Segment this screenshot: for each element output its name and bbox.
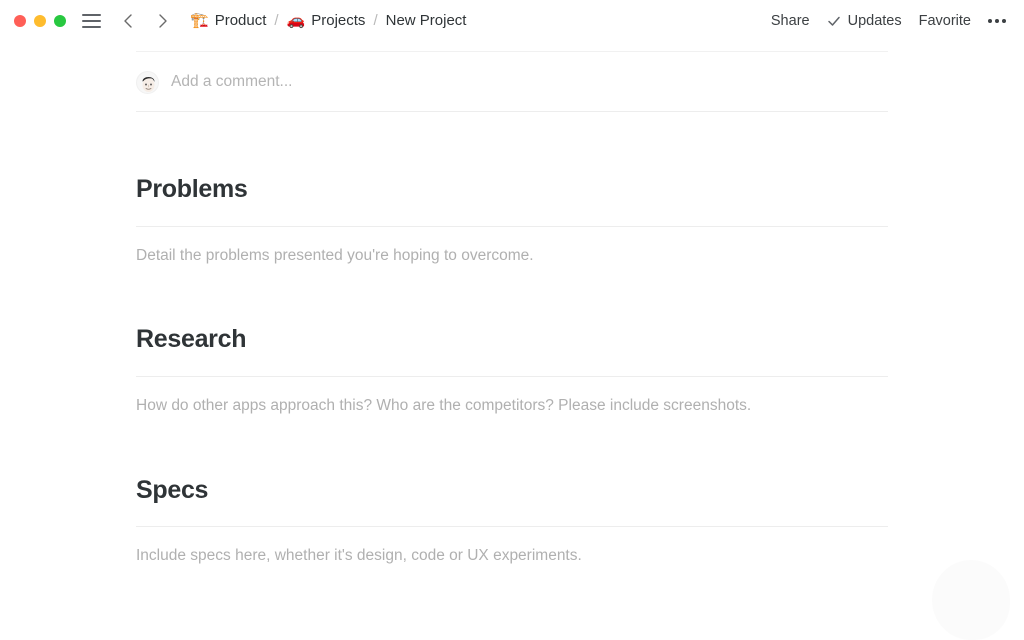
clipped-top-content: · · ·· [136,41,888,51]
breadcrumb-label-product: Product [214,12,267,29]
section-description-research[interactable]: How do other apps approach this? Who are… [136,396,888,417]
clipped-top-text: · · ·· [164,41,237,47]
breadcrumb-label-projects: Projects [311,12,366,29]
navigation-arrows [119,11,172,31]
favorite-button[interactable]: Favorite [919,13,971,29]
section-description-specs[interactable]: Include specs here, whether it's design,… [136,546,888,567]
window-titlebar: 🏗️ Product / 🚗 Projects / New Project Sh… [0,0,1024,41]
add-comment-row[interactable]: Add a comment... [136,53,888,111]
favorite-label: Favorite [918,12,971,29]
breadcrumb-separator: / [274,12,279,29]
share-button[interactable]: Share [771,13,810,29]
section-heading-problems[interactable]: Problems [136,175,888,204]
red-car-emoji: 🚗 [286,12,306,29]
breadcrumb-item-projects[interactable]: 🚗 Projects [287,12,366,29]
updates-label: Updates [847,12,902,29]
hamburger-line [82,13,101,16]
comment-top-divider [136,51,888,52]
section-heading-research[interactable]: Research [136,326,888,354]
share-label: Share [770,12,810,29]
section-specs: Specs Include specs here, whether it's d… [136,476,888,567]
section-problems: Problems Detail the problems presented y… [136,175,888,267]
section-research: Research How do other apps approach this… [136,326,888,416]
header-actions: Share Updates Favorite [771,13,1010,29]
back-arrow-icon[interactable] [119,11,139,31]
hamburger-line [82,25,101,28]
breadcrumb: 🏗️ Product / 🚗 Projects / New Project [190,12,466,29]
close-window-button[interactable] [14,14,26,27]
window-controls [14,14,66,27]
breadcrumb-label-new-project: New Project [385,12,467,29]
breadcrumb-item-new-project[interactable]: New Project [386,12,467,29]
check-icon [827,14,841,28]
updates-button[interactable]: Updates [827,13,902,29]
user-avatar [136,70,159,94]
document-canvas: · · ·· Add a comment... Problems [0,41,1024,640]
section-heading-specs[interactable]: Specs [136,476,888,505]
breadcrumb-item-product[interactable]: 🏗️ Product [190,12,266,29]
forward-arrow-icon[interactable] [152,11,172,31]
hamburger-menu-icon[interactable] [82,13,101,28]
minimize-window-button[interactable] [34,14,46,27]
ellipsis-dot [988,18,992,23]
ellipsis-dot [995,18,999,23]
construction-crane-emoji: 🏗️ [190,12,209,29]
breadcrumb-separator: / [373,12,378,29]
document-content: · · ·· Add a comment... Problems [0,41,1024,567]
maximize-window-button[interactable] [54,14,66,27]
ellipsis-icon[interactable] [988,15,1006,27]
section-description-problems[interactable]: Detail the problems presented you're hop… [136,246,888,267]
help-widget-button[interactable] [932,560,1010,640]
add-comment-input[interactable]: Add a comment... [171,73,888,91]
ellipsis-dot [1002,18,1006,23]
hamburger-line [82,19,101,22]
